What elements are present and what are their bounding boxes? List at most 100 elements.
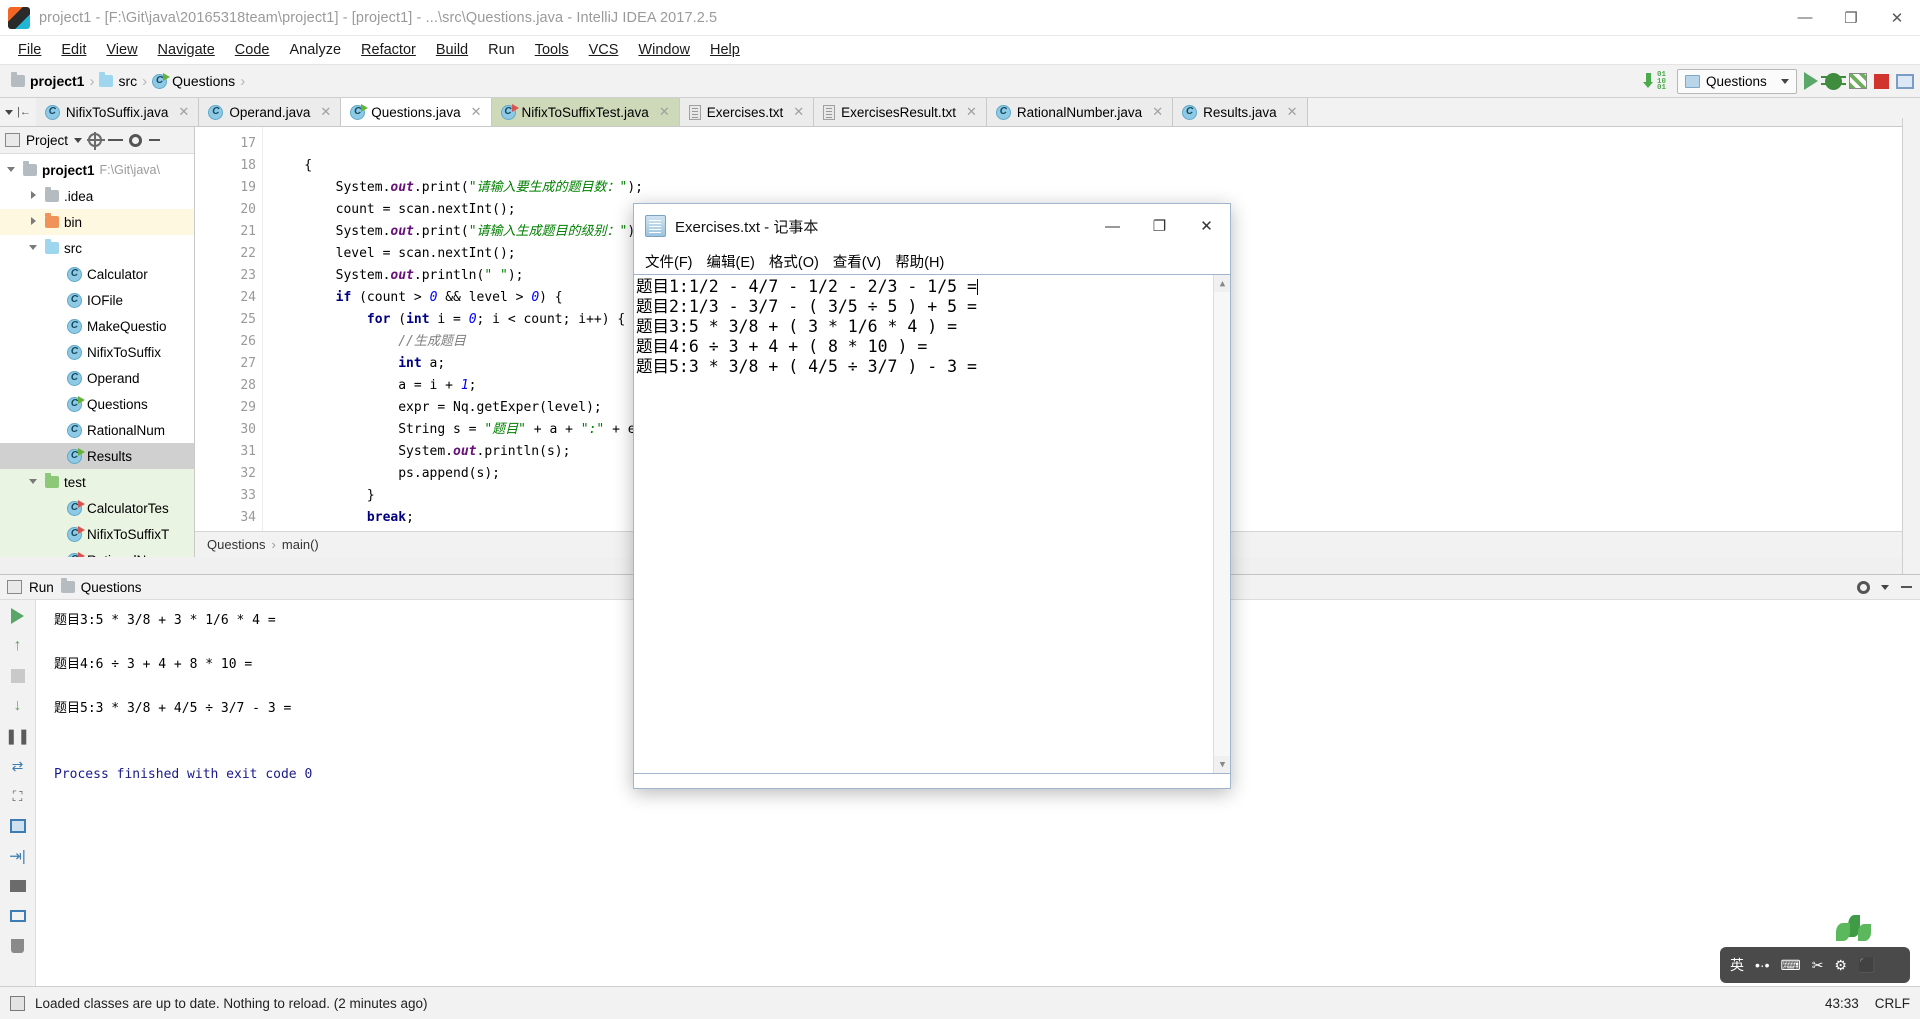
tree-item-results[interactable]: C Results	[0, 443, 194, 469]
dump-threads-button[interactable]: ⛶	[7, 786, 29, 806]
tab-rationalnumber-java[interactable]: C RationalNumber.java ✕	[986, 98, 1174, 126]
tab-exercisesresult-txt[interactable]: ExercisesResult.txt ✕	[814, 98, 987, 126]
window-maximize-button[interactable]: ❐	[1828, 0, 1874, 36]
clear-all-button[interactable]	[7, 936, 29, 956]
chevron-down-icon[interactable]	[28, 242, 40, 254]
console-view-button[interactable]	[7, 906, 29, 926]
tree-item-test[interactable]: test	[0, 469, 194, 495]
chevron-down-icon[interactable]	[1881, 584, 1889, 590]
notepad-minimize-button[interactable]: —	[1089, 204, 1136, 248]
window-close-button[interactable]: ✕	[1874, 0, 1920, 36]
tab-close-icon[interactable]: ✕	[1287, 104, 1298, 120]
ime-dots-icon[interactable]: •·•	[1755, 957, 1769, 973]
breadcrumb-class[interactable]: Questions	[207, 537, 266, 552]
breadcrumb-questions[interactable]: C Questions	[149, 72, 238, 89]
update-project-icon[interactable]: 01 10 01	[1643, 70, 1670, 92]
ime-toolbar[interactable]: 英 •·• ⌨ ✂ ⚙ ⬛	[1720, 947, 1910, 983]
pause-button[interactable]: ❚❚	[5, 726, 30, 746]
tree-item-operand[interactable]: C Operand	[0, 365, 194, 391]
tree-item-iofile[interactable]: C IOFile	[0, 287, 194, 313]
notepad-close-button[interactable]: ✕	[1183, 204, 1230, 248]
notepad-text-area[interactable]: 题目1:1/2 - 4/7 - 1/2 - 2/3 - 1/5 = 题目2:1/3…	[634, 274, 1230, 773]
hide-window-icon[interactable]	[148, 134, 161, 147]
tree-item--idea[interactable]: .idea	[0, 183, 194, 209]
tree-item-nifixtosuffix[interactable]: C NifixToSuffix	[0, 339, 194, 365]
breadcrumb-src[interactable]: src	[96, 72, 140, 89]
soft-wrap-button[interactable]: ⇄	[7, 756, 29, 776]
up-stack-button[interactable]: ↑	[7, 636, 29, 656]
menu-run[interactable]: Run	[478, 39, 525, 61]
tree-item-rationalnum[interactable]: CRationalNum	[0, 547, 194, 557]
menu-refactor[interactable]: Refactor	[351, 39, 426, 61]
exit-button[interactable]: ⇥|	[7, 846, 29, 866]
tab-list-dropdown[interactable]: |←	[0, 98, 36, 126]
menu-analyze[interactable]: Analyze	[279, 39, 351, 61]
notepad-menu-help[interactable]: 帮助(H)	[895, 251, 944, 272]
tree-item-rationalnum[interactable]: CRationalNum	[0, 417, 194, 443]
code-line[interactable]: System.out.print("请输入要生成的题目数：");	[273, 177, 1920, 199]
scroll-to-end-button[interactable]	[7, 816, 29, 836]
project-tool-title[interactable]: Project	[26, 133, 68, 148]
tree-item-src[interactable]: src	[0, 235, 194, 261]
ime-panel-icon[interactable]: ⬛	[1858, 957, 1875, 974]
layout-button[interactable]	[1896, 73, 1914, 89]
notepad-maximize-button[interactable]: ❐	[1136, 204, 1183, 248]
menu-tools[interactable]: Tools	[525, 39, 579, 61]
tab-nifixtosuffix-java[interactable]: C NifixToSuffix.java ✕	[35, 98, 200, 126]
ime-tools-icon[interactable]: ✂	[1812, 957, 1824, 974]
scroll-up-icon[interactable]: ▲	[1214, 275, 1230, 292]
tab-close-icon[interactable]: ✕	[178, 104, 189, 120]
run-tool-title[interactable]: Run	[29, 580, 54, 595]
menu-help[interactable]: Help	[700, 39, 750, 61]
tab-close-icon[interactable]: ✕	[659, 104, 670, 120]
tree-item-calculator[interactable]: C Calculator	[0, 261, 194, 287]
tree-item-nifixtosuffixt[interactable]: C NifixToSuffixT	[0, 521, 194, 547]
chevron-down-icon[interactable]	[28, 476, 40, 488]
gear-icon[interactable]: ⚙	[1834, 957, 1847, 974]
tab-close-icon[interactable]: ✕	[471, 104, 482, 120]
tab-close-icon[interactable]: ✕	[966, 104, 977, 120]
debug-button[interactable]	[1821, 72, 1846, 90]
run-configuration-selector[interactable]: Questions	[1677, 68, 1797, 94]
run-with-coverage-button[interactable]	[1849, 73, 1867, 89]
tree-item-project1[interactable]: project1 F:\Git\java\	[0, 157, 194, 183]
collapse-all-icon[interactable]	[108, 133, 124, 147]
breadcrumb-method[interactable]: main()	[282, 537, 319, 552]
gear-icon[interactable]	[1857, 580, 1870, 594]
tab-close-icon[interactable]: ✕	[1152, 104, 1163, 120]
menu-navigate[interactable]: Navigate	[148, 39, 225, 61]
ime-language-label[interactable]: 英	[1730, 955, 1744, 975]
chevron-right-icon[interactable]	[28, 190, 40, 202]
tab-results-java[interactable]: C Results.java ✕	[1173, 98, 1308, 126]
tab-close-icon[interactable]: ✕	[793, 104, 804, 120]
stop-button[interactable]	[1874, 73, 1889, 89]
menu-vcs[interactable]: VCS	[579, 39, 629, 61]
chevron-right-icon[interactable]	[28, 216, 40, 228]
line-separator[interactable]: CRLF	[1875, 996, 1910, 1011]
stop-button[interactable]	[7, 666, 29, 686]
menu-window[interactable]: Window	[628, 39, 700, 61]
print-button[interactable]	[7, 876, 29, 896]
menu-file[interactable]: File	[8, 39, 51, 61]
locate-file-icon[interactable]	[87, 132, 106, 150]
code-line[interactable]: {	[273, 155, 1920, 177]
gear-icon[interactable]	[129, 133, 143, 147]
menu-build[interactable]: Build	[426, 39, 478, 61]
menu-view[interactable]: View	[96, 39, 147, 61]
scroll-down-icon[interactable]: ▼	[1214, 756, 1230, 773]
notepad-window[interactable]: Exercises.txt - 记事本 — ❐ ✕ 文件(F) 编辑(E) 格式…	[633, 203, 1231, 789]
run-tab-questions[interactable]: Questions	[60, 578, 142, 595]
tree-item-calculatortes[interactable]: C CalculatorTes	[0, 495, 194, 521]
window-minimize-button[interactable]: —	[1782, 0, 1828, 36]
notepad-scrollbar[interactable]: ▲ ▼	[1213, 275, 1230, 773]
notepad-menu-file[interactable]: 文件(F)	[645, 251, 693, 272]
tree-item-bin[interactable]: bin	[0, 209, 194, 235]
breadcrumb-project1[interactable]: project1	[8, 72, 87, 89]
tab-nifixtosuffixtest-java[interactable]: C NifixToSuffixTest.java ✕	[491, 98, 680, 126]
notepad-menu-edit[interactable]: 编辑(E)	[707, 251, 755, 272]
tab-close-icon[interactable]: ✕	[320, 104, 331, 120]
run-button[interactable]	[1804, 72, 1818, 90]
chevron-down-icon[interactable]	[74, 137, 83, 143]
caret-position[interactable]: 43:33	[1825, 996, 1859, 1011]
menu-code[interactable]: Code	[225, 39, 280, 61]
